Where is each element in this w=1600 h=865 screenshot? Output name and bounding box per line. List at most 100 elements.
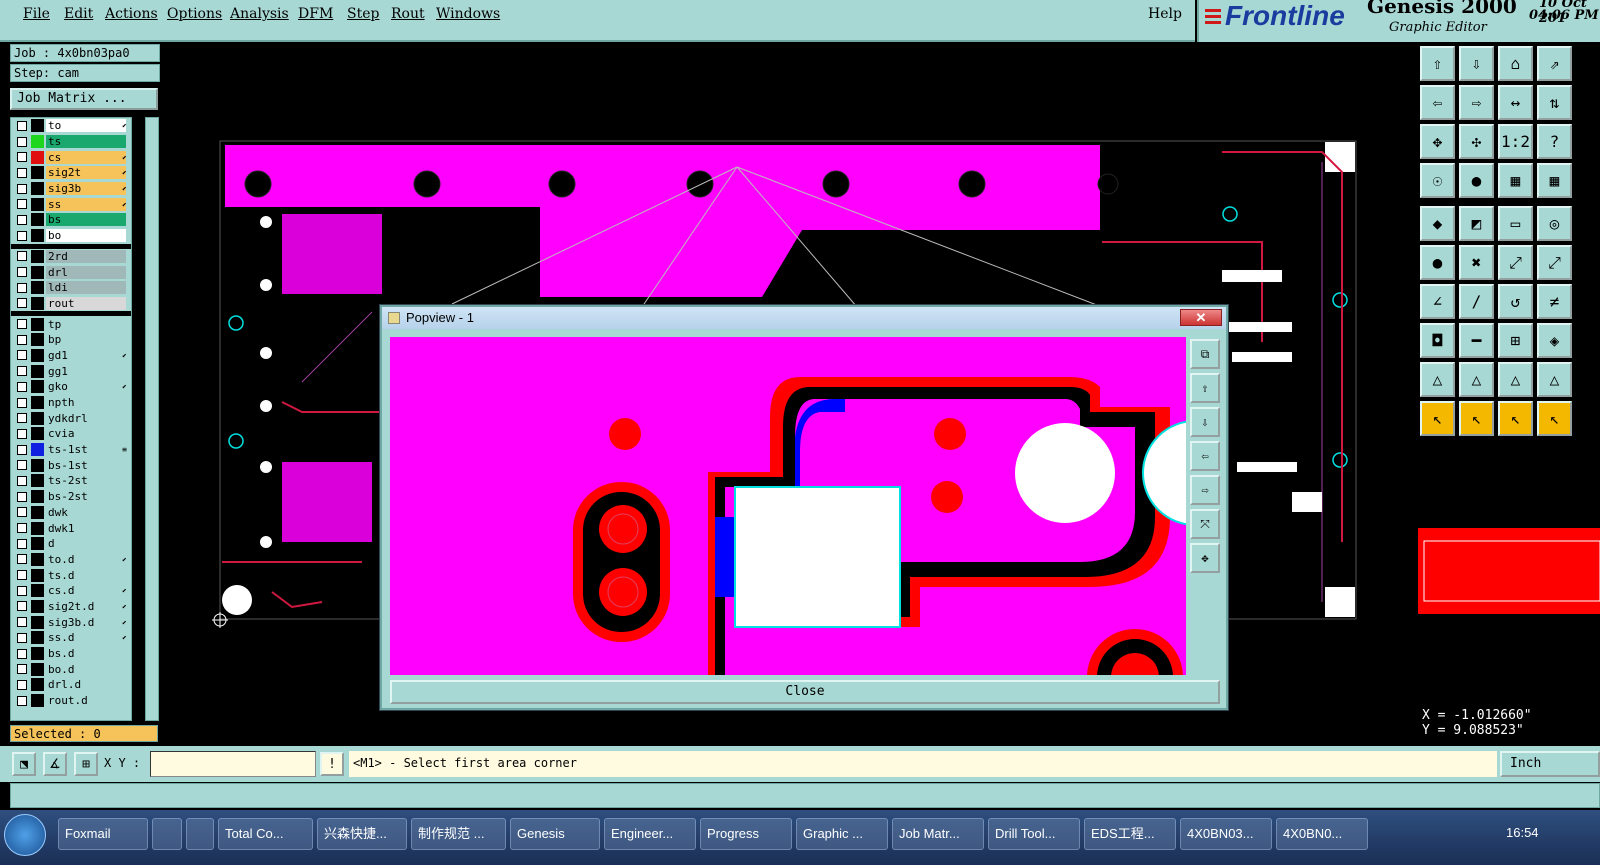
layer-row[interactable]: drl: [11, 264, 131, 280]
layer-name[interactable]: dwk: [46, 505, 126, 519]
menu-help[interactable]: Help: [1148, 6, 1182, 22]
popview-zoom-home-button[interactable]: ⧉: [1190, 339, 1220, 369]
layer-color-swatch[interactable]: [31, 662, 44, 676]
layer-name[interactable]: rout: [46, 296, 126, 310]
layer-checkbox[interactable]: [17, 554, 27, 565]
layer-row[interactable]: npth: [11, 395, 131, 411]
layer-color-swatch[interactable]: [31, 505, 44, 519]
popview-pan-down-button[interactable]: ⇩: [1190, 407, 1220, 437]
layer-name[interactable]: bs-1st: [46, 458, 126, 472]
tool-button-icon[interactable]: △: [1420, 362, 1455, 397]
layer-row[interactable]: rout.d: [11, 693, 131, 709]
layer-color-swatch[interactable]: [31, 150, 44, 164]
layer-color-swatch[interactable]: [31, 521, 44, 535]
layer-name[interactable]: ts.d: [46, 568, 126, 582]
layer-checkbox[interactable]: [17, 648, 27, 659]
layer-checkbox[interactable]: [17, 167, 27, 178]
layer-color-swatch[interactable]: [31, 411, 44, 425]
taskbar-item[interactable]: Job Matr...: [892, 818, 984, 850]
layer-row[interactable]: to ⬋: [11, 118, 131, 134]
tool-button-icon[interactable]: ⌂: [1498, 46, 1533, 81]
menu-options[interactable]: Options: [167, 6, 222, 22]
layer-color-swatch[interactable]: [31, 552, 44, 566]
popview-pan-right-button[interactable]: ⇨: [1190, 475, 1220, 505]
layer-row[interactable]: bs: [11, 212, 131, 228]
popview-close-button[interactable]: Close: [390, 680, 1220, 704]
layer-row[interactable]: rout: [11, 296, 131, 312]
taskbar-item[interactable]: Drill Tool...: [988, 818, 1080, 850]
popview-zoom-out-button[interactable]: ✥: [1190, 543, 1220, 573]
layer-name[interactable]: to: [46, 119, 126, 133]
layer-row[interactable]: bs-2st: [11, 489, 131, 505]
layer-checkbox[interactable]: [17, 183, 27, 194]
tool-button-icon[interactable]: ▦: [1537, 163, 1572, 198]
layer-checkbox[interactable]: [17, 491, 27, 502]
tool-button-icon[interactable]: ▭: [1498, 206, 1533, 241]
tool-button-icon[interactable]: ✖: [1459, 245, 1494, 280]
layer-checkbox[interactable]: [17, 350, 27, 361]
layer-name[interactable]: rout.d: [46, 694, 126, 708]
layer-scrollbar[interactable]: [145, 117, 159, 721]
layer-row[interactable]: gko ⬋: [11, 379, 131, 395]
layer-checkbox[interactable]: [17, 444, 27, 455]
layer-name[interactable]: ts-1st: [46, 443, 126, 457]
layer-row[interactable]: bo: [11, 228, 131, 244]
layer-color-swatch[interactable]: [31, 317, 44, 331]
layer-color-swatch[interactable]: [31, 599, 44, 613]
layer-name[interactable]: gg1: [46, 364, 126, 378]
layer-checkbox[interactable]: [17, 152, 27, 163]
layer-row[interactable]: 2rd: [11, 249, 131, 265]
layer-name[interactable]: drl.d: [46, 678, 126, 692]
layer-name[interactable]: sig2t.d: [46, 599, 126, 613]
layer-checkbox[interactable]: [17, 538, 27, 549]
tool-button-icon[interactable]: ⇦: [1420, 85, 1455, 120]
layer-checkbox[interactable]: [17, 601, 27, 612]
tool-button-icon[interactable]: ◆: [1420, 206, 1455, 241]
layer-color-swatch[interactable]: [31, 380, 44, 394]
tool-button-icon[interactable]: ⤢: [1537, 245, 1572, 280]
layer-checkbox[interactable]: [17, 428, 27, 439]
layer-checkbox[interactable]: [17, 214, 27, 225]
menu-edit[interactable]: Edit: [64, 6, 93, 22]
layer-color-swatch[interactable]: [31, 427, 44, 441]
layer-checkbox[interactable]: [17, 679, 27, 690]
tool-button-icon[interactable]: △: [1498, 362, 1533, 397]
taskbar-item[interactable]: 4X0BN0...: [1276, 818, 1368, 850]
layer-row[interactable]: to.d ⬋: [11, 552, 131, 568]
grid-icon[interactable]: ⊞: [74, 752, 98, 776]
layer-checkbox[interactable]: [17, 298, 27, 309]
layer-name[interactable]: 2rd: [46, 249, 126, 263]
layer-color-swatch[interactable]: [31, 631, 44, 645]
taskbar-item[interactable]: 制作规范 ...: [411, 818, 506, 850]
layer-name[interactable]: ts: [46, 135, 126, 149]
layer-row[interactable]: cs ⬋: [11, 149, 131, 165]
layer-checkbox[interactable]: [17, 136, 27, 147]
taskbar-item[interactable]: 4X0BN03...: [1180, 818, 1272, 850]
layer-row[interactable]: dwk1: [11, 520, 131, 536]
tool-button-icon[interactable]: ⇨: [1459, 85, 1494, 120]
menu-dfm[interactable]: DFM: [298, 6, 333, 22]
layer-row[interactable]: ss ⬋: [11, 196, 131, 212]
layer-color-swatch[interactable]: [31, 333, 44, 347]
layer-checkbox[interactable]: [17, 251, 27, 262]
tool-button-icon[interactable]: ☉: [1420, 163, 1455, 198]
layer-color-swatch[interactable]: [31, 458, 44, 472]
popview-zoom-in-button[interactable]: ⤧: [1190, 509, 1220, 539]
layer-name[interactable]: bs-2st: [46, 490, 126, 504]
menu-analysis[interactable]: Analysis: [230, 6, 289, 22]
layer-checkbox[interactable]: [17, 319, 27, 330]
tool-button-icon[interactable]: ∕: [1459, 284, 1494, 319]
layer-color-swatch[interactable]: [31, 296, 44, 310]
layer-name[interactable]: drl: [46, 265, 126, 279]
layer-row[interactable]: sig3b.d ⬋: [11, 614, 131, 630]
tool-button-icon[interactable]: ⇗: [1537, 46, 1572, 81]
taskbar-item[interactable]: Genesis: [510, 818, 600, 850]
tool-button-icon[interactable]: ◩: [1459, 206, 1494, 241]
snap-icon[interactable]: ⬔: [12, 752, 36, 776]
tool-button-icon[interactable]: △: [1537, 362, 1572, 397]
layer-name[interactable]: gko: [46, 380, 126, 394]
taskbar-item[interactable]: EDS工程...: [1084, 818, 1176, 850]
layer-checkbox[interactable]: [17, 570, 27, 581]
layer-row[interactable]: ts: [11, 134, 131, 150]
layer-color-swatch[interactable]: [31, 364, 44, 378]
